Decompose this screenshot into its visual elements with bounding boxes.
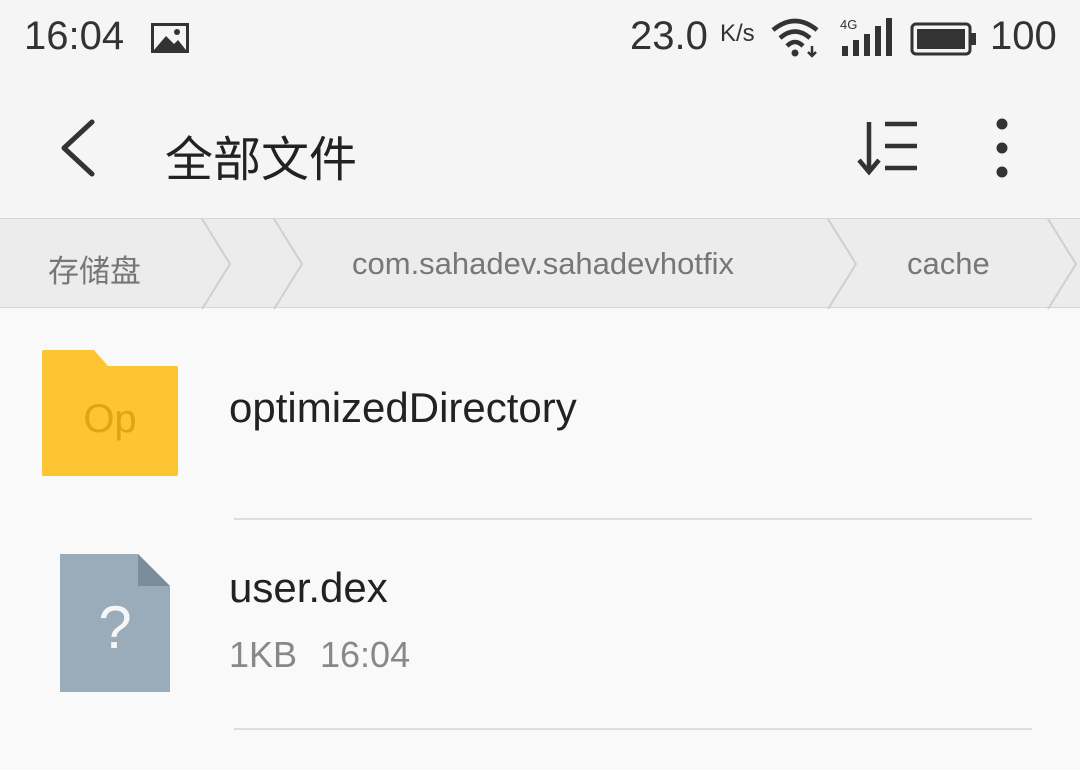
- file-modified-time: 16:04: [320, 634, 411, 675]
- folder-icon-label: Op: [83, 397, 136, 441]
- breadcrumb-separator: [1047, 219, 1078, 309]
- page-title: 全部文件: [165, 132, 358, 188]
- wifi-icon: [771, 18, 819, 58]
- breadcrumb-item-cache[interactable]: cache: [907, 246, 990, 282]
- file-list: Op optimizedDirectory ? user.dex 1KB 16:…: [0, 308, 1080, 770]
- breadcrumb-separator: [201, 219, 232, 309]
- breadcrumb-separator: [827, 219, 858, 309]
- folder-icon: Op: [42, 350, 178, 476]
- svg-text:4G: 4G: [840, 17, 857, 32]
- net-speed: 23.0: [630, 14, 708, 58]
- file-name: user.dex: [229, 564, 388, 611]
- battery-icon: [910, 22, 976, 56]
- app-toolbar: 全部文件: [0, 78, 1080, 218]
- breadcrumb-separator: [273, 219, 304, 309]
- unknown-file-icon: ?: [60, 554, 170, 692]
- breadcrumb-item-storage[interactable]: 存储盘: [48, 246, 141, 291]
- breadcrumb: 存储盘 com.sahadev.sahadevhotfix cache: [0, 218, 1080, 309]
- more-vertical-icon[interactable]: [980, 116, 1024, 180]
- divider: [234, 518, 1032, 520]
- file-name: optimizedDirectory: [229, 384, 577, 431]
- breadcrumb-item-package[interactable]: com.sahadev.sahadevhotfix: [352, 246, 734, 282]
- battery-level: 100: [990, 14, 1057, 58]
- signal-icon: 4G: [840, 17, 892, 56]
- status-time: 16:04: [24, 14, 125, 58]
- photo-icon: [151, 23, 189, 53]
- divider: [234, 728, 1032, 730]
- chevron-left-icon[interactable]: [50, 116, 110, 180]
- status-bar: 16:04 23.0 K/s 4G 100: [0, 0, 1080, 78]
- file-size: 1KB: [229, 634, 298, 675]
- net-speed-unit: K/s: [720, 20, 755, 47]
- question-mark-label: ?: [98, 594, 131, 661]
- sort-icon[interactable]: [855, 118, 921, 178]
